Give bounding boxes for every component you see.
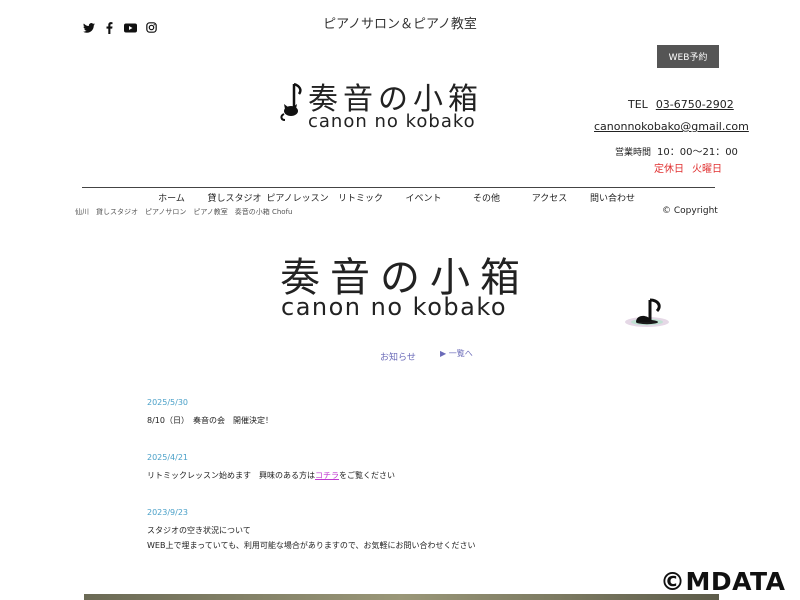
news-item: リトミックレッスン始めます 興味のある方はコチラをご覧ください xyxy=(147,469,395,483)
copyright: © Copyright xyxy=(662,206,718,216)
business-hours: 営業時間 10：00〜21：00 xyxy=(615,143,738,158)
watermark: ©MDATA xyxy=(660,567,786,596)
nav-item-events[interactable]: イベント xyxy=(392,191,455,204)
rhythmic-link[interactable]: コチラ xyxy=(315,471,339,480)
hours-label: 営業時間 xyxy=(615,148,652,158)
nav-item-contact[interactable]: 問い合わせ xyxy=(581,191,644,204)
tel-label: TEL xyxy=(628,98,648,111)
news-date: 2025/5/30 xyxy=(147,398,189,407)
nav-item-home[interactable]: ホーム xyxy=(140,191,203,204)
closed-day: 定休日 火曜日 xyxy=(654,160,722,175)
logo-romaji: canon no kobako xyxy=(308,111,476,132)
tel-link[interactable]: 03-6750-2902 xyxy=(656,98,734,111)
header-logo[interactable]: 奏音の小箱 canon no kobako xyxy=(280,76,500,138)
news-heading: お知らせ xyxy=(380,353,416,363)
nav-item-other[interactable]: その他 xyxy=(455,191,518,204)
main-nav: ホーム 貸しスタジオ ピアノレッスン リトミック イベント その他 アクセス 問… xyxy=(140,191,644,204)
nav-item-piano-lessons[interactable]: ピアノレッスン xyxy=(266,191,329,204)
news-all-link[interactable]: ▶ 一覧へ xyxy=(440,348,473,359)
web-booking-button[interactable]: WEB予約 xyxy=(657,45,719,68)
hero-photo xyxy=(84,594,719,600)
main-logo-romaji: canon no kobako xyxy=(281,293,508,321)
nav-item-access[interactable]: アクセス xyxy=(518,191,581,204)
breadcrumb: 仙川 貸しスタジオ ピアノサロン ピアノ教室 奏音の小箱 Chofu xyxy=(75,208,293,216)
closed-label: 定休日 xyxy=(654,164,684,175)
news-item: 8/10（日） 奏音の会 開催決定！ xyxy=(147,416,273,425)
telephone: TEL 03-6750-2902 xyxy=(628,98,734,111)
site-tagline: ピアノサロン＆ピアノ教室 xyxy=(323,17,477,32)
news-text: リトミックレッスン始めます 興味のある方は xyxy=(147,471,315,480)
nav-item-rhythmic[interactable]: リトミック xyxy=(329,191,392,204)
news-item: WEB上で埋まっていても、利用可能な場合がありますので、お気軽にお問い合わせくだ… xyxy=(147,541,476,550)
header-divider xyxy=(82,187,715,188)
news-date: 2023/9/23 xyxy=(147,508,189,517)
news-date: 2025/4/21 xyxy=(147,453,189,462)
cat-note-icon xyxy=(280,82,302,121)
email-link[interactable]: canonnokobako@gmail.com xyxy=(594,120,749,133)
nav-item-rental-studio[interactable]: 貸しスタジオ xyxy=(203,191,266,204)
hours-value: 10：00〜21：00 xyxy=(657,147,738,158)
news-text: をご覧ください xyxy=(339,471,395,480)
closed-day-value: 火曜日 xyxy=(692,164,722,175)
music-note-hole-icon xyxy=(625,298,669,327)
news-item: スタジオの空き状況について xyxy=(147,526,251,535)
